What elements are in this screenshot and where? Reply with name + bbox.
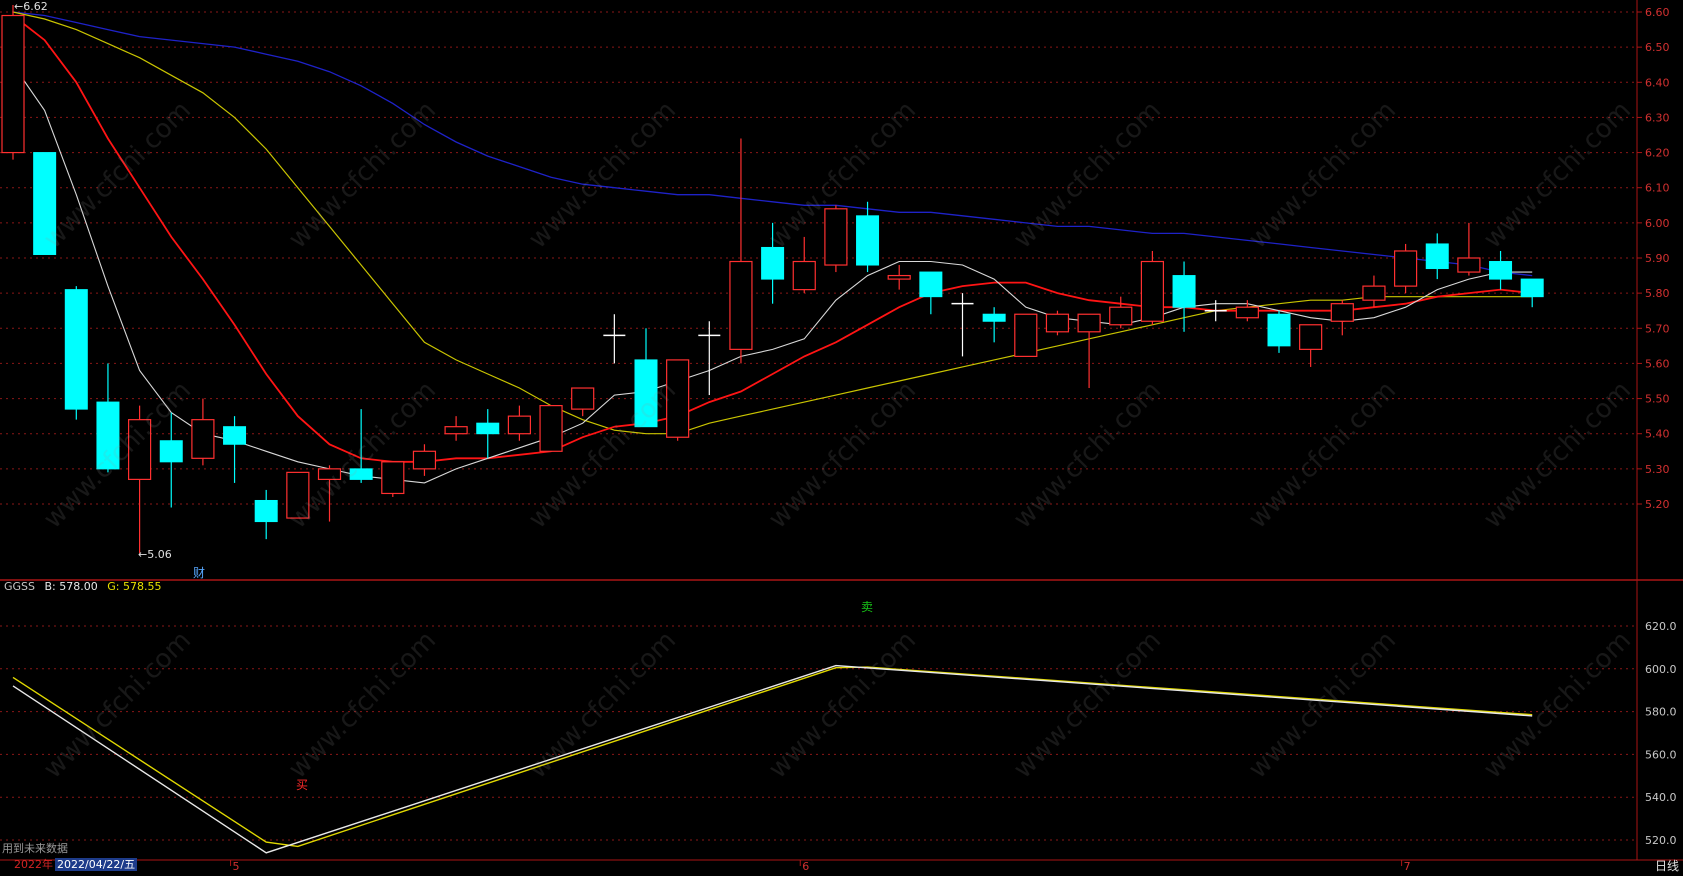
- candle-body: [1014, 313, 1038, 358]
- price-tick-label: 5.90: [1645, 252, 1670, 265]
- price-tick-label: 6.10: [1645, 182, 1670, 195]
- price-tick-label: 5.70: [1645, 322, 1670, 335]
- month-label: 7: [1404, 860, 1411, 873]
- price-tick-label: 5.80: [1645, 287, 1670, 300]
- candle-body: [1140, 260, 1165, 322]
- month-label: 5: [233, 860, 240, 873]
- candle-body: [1393, 250, 1418, 287]
- candle-body: [64, 289, 88, 410]
- candle-body: [444, 426, 468, 435]
- candle-body: [761, 246, 785, 280]
- future-data-note: 用到未来数据: [2, 842, 68, 855]
- candle-body: [539, 405, 563, 452]
- candle-body: [159, 440, 183, 463]
- candle-body: [919, 271, 943, 298]
- price-tick-label: 6.00: [1645, 217, 1670, 230]
- candle-body: [33, 152, 57, 255]
- price-tick-label: 6.60: [1645, 6, 1670, 19]
- candle-body: [254, 499, 278, 523]
- indicator-b-line: [12, 664, 1533, 854]
- price-tick-label: 5.30: [1645, 463, 1670, 476]
- candle-body: [1172, 275, 1196, 308]
- price-tick-label: 6.50: [1645, 41, 1670, 54]
- candle-body: [729, 260, 753, 350]
- price-tick-label: 5.60: [1645, 357, 1670, 370]
- candle-body: [792, 260, 816, 291]
- price-tick-label: 5.20: [1645, 498, 1670, 511]
- candle-body: [1457, 257, 1481, 273]
- price-tick-label: 5.40: [1645, 428, 1670, 441]
- current-date: 2022/04/22/五: [55, 858, 138, 871]
- candle-body: [286, 471, 310, 519]
- candle-body: [1109, 306, 1133, 326]
- candle-body: [1425, 243, 1449, 270]
- candle-body: [128, 419, 152, 480]
- candle-body: [824, 208, 848, 266]
- indicator-tick-label: 540.0: [1645, 791, 1677, 804]
- price-low-label: ←5.06: [138, 548, 172, 561]
- candle-body: [1077, 313, 1101, 333]
- candle-body: [223, 426, 247, 445]
- indicator-tick-label: 560.0: [1645, 748, 1677, 761]
- candle-body: [1299, 324, 1323, 350]
- candle-body: [982, 313, 1006, 322]
- price-tick-label: 6.20: [1645, 147, 1670, 160]
- indicator-b-value: B: 578.00: [44, 580, 98, 593]
- candle-body: [634, 359, 658, 428]
- candle-body: [1045, 313, 1070, 333]
- indicator-tick-label: 600.0: [1645, 663, 1677, 676]
- date-indicator: 2022年 2022/04/22/五: [14, 857, 138, 873]
- candle-body: [1267, 313, 1291, 347]
- finance-badge[interactable]: 财: [193, 564, 205, 581]
- month-label: 6: [802, 860, 809, 873]
- candle-body: [887, 274, 911, 280]
- price-tick-label: 6.30: [1645, 111, 1670, 124]
- candle-body: [191, 419, 215, 459]
- indicator-g-line: [12, 666, 1533, 848]
- candle-body: [1362, 285, 1386, 301]
- indicator-name[interactable]: GGSS: [4, 580, 35, 593]
- price-tick-label: 5.50: [1645, 393, 1670, 406]
- indicator-header: GGSS B: 578.00 G: 578.55: [4, 580, 161, 593]
- candle-body: [856, 215, 880, 266]
- candle-body: [412, 450, 437, 470]
- indicator-tick-label: 580.0: [1645, 706, 1677, 719]
- price-tick-label: 6.40: [1645, 76, 1670, 89]
- candle-body: [349, 468, 373, 480]
- indicator-tick-label: 520.0: [1645, 834, 1677, 847]
- candle-body: [1235, 306, 1259, 319]
- candle-body: [1, 14, 25, 154]
- indicator-tick-label: 620.0: [1645, 620, 1677, 633]
- price-high-label: ←6.62: [14, 0, 48, 13]
- candle-body: [476, 422, 500, 435]
- buy-signal-label: 买: [296, 778, 309, 792]
- period-selector[interactable]: 日线: [1655, 857, 1679, 874]
- sell-signal-label: 卖: [861, 600, 874, 614]
- candle-body: [381, 461, 405, 495]
- candle-body: [666, 359, 690, 438]
- candle-body: [1520, 278, 1544, 298]
- year-label: 2022年: [14, 858, 53, 871]
- candle-body: [507, 415, 531, 435]
- indicator-g-value: G: 578.55: [107, 580, 162, 593]
- candle-body: [571, 387, 595, 410]
- candle-body: [317, 468, 342, 481]
- candle-body: [96, 401, 120, 470]
- stock-chart[interactable]: 6.60 6.50 6.40 6.30 6.20 6.10 6.00 5.90 5.80 5.70…: [0, 0, 1683, 876]
- candle-body: [1489, 261, 1513, 280]
- candle-body: [1330, 303, 1354, 322]
